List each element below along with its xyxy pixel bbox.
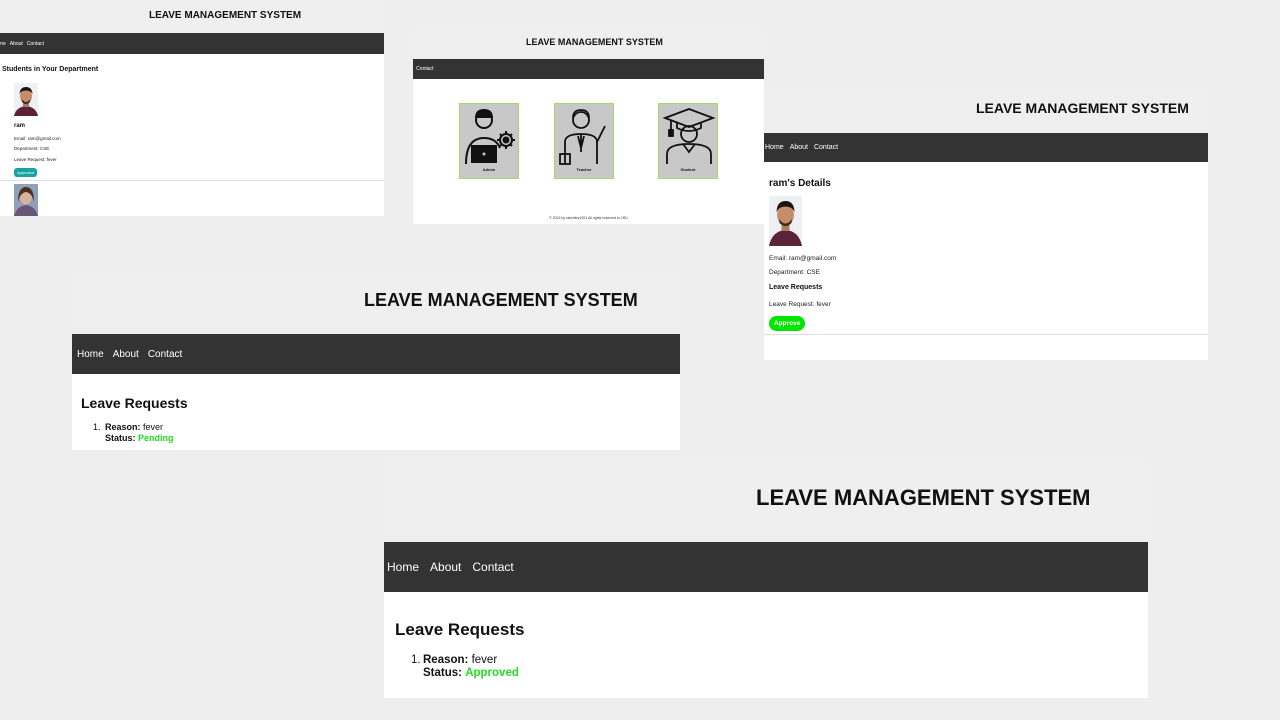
nav-home-link[interactable]: Home [765,144,784,151]
nav-home-link[interactable]: Home [387,560,419,574]
hod-students-screenshot: LEAVE MANAGEMENT SYSTEM ome About Contac… [0,0,384,216]
role-label: Teacher [576,167,592,172]
list-item: 1. Reason: fever [411,654,519,667]
list-item: 1. Reason: fever [93,422,174,433]
status-label: Status: [105,433,136,443]
nav-about-link[interactable]: About [790,144,808,151]
leave-requests-heading: Leave Requests [81,395,188,411]
navbar: ome About Contact [0,33,384,54]
student-department: Department: CSE [14,146,50,151]
status-row: Status: Pending [93,433,174,444]
navbar: ut Contact [413,59,764,79]
status-value: Pending [138,433,174,443]
teacher-role-card[interactable]: Teacher [554,103,614,179]
student-email: Email: ram@gmail.com [14,136,61,141]
teacher-icon [559,109,606,165]
student-avatar [14,184,38,216]
leave-requests-approved-screenshot: LEAVE MANAGEMENT SYSTEM Home About Conta… [384,462,1148,698]
nav-contact-link[interactable]: Contact [416,66,433,72]
app-title: LEAVE MANAGEMENT SYSTEM [149,10,302,21]
student-role-card[interactable]: Student [658,103,718,179]
status-label: Status: [423,667,462,679]
app-title: LEAVE MANAGEMENT SYSTEM [976,100,1189,116]
student-email: Email: ram@gmail.com [769,255,837,262]
status-value: Approved [465,667,519,679]
divider [764,334,1208,335]
role-label: Student [680,167,696,172]
app-title: LEAVE MANAGEMENT SYSTEM [364,290,638,310]
student-icon [662,108,716,164]
student-leave-request: Leave Request: fever [769,301,831,308]
reason-value: fever [471,654,498,666]
approved-button[interactable]: Approved [14,168,38,177]
nav-home-link[interactable]: ome [0,41,6,47]
reason-label: Reason: [105,422,141,432]
nav-contact-link[interactable]: Contact [472,560,513,574]
navbar: Home About Contact [764,133,1208,162]
student-avatar [14,83,38,116]
status-row: Status: Approved [411,667,519,680]
leave-requests-heading: Leave Requests [769,284,823,291]
student-department: Department: CSE [769,269,820,276]
reason-value: fever [143,422,164,432]
navbar: Home About Contact [72,334,680,374]
divider [0,180,384,181]
student-leave-request: Leave Request: fever [14,157,57,162]
page-header: LEAVE MANAGEMENT SYSTEM [0,0,384,33]
navbar: Home About Contact [384,542,1148,592]
page-header: LEAVE MANAGEMENT SYSTEM [384,462,1148,542]
role-label: Admin [482,167,496,172]
app-title: LEAVE MANAGEMENT SYSTEM [526,37,663,47]
nav-contact-link[interactable]: Contact [814,144,838,151]
footer-text: © 2024 by rakshitry1001 All rights reser… [549,216,628,220]
nav-about-link[interactable]: About [10,41,23,47]
leave-request-list: 1. Reason: fever Status: Pending [93,422,174,444]
section-heading: Students in Your Department [2,66,99,73]
leave-requests-heading: Leave Requests [395,620,525,639]
nav-contact-link[interactable]: Contact [148,349,182,360]
page-header: LEAVE MANAGEMENT SYSTEM [72,272,680,334]
item-number: 1. [411,654,421,666]
role-select-screenshot: LEAVE MANAGEMENT SYSTEM ut Contact Admin [413,30,764,224]
student-details-screenshot: LEAVE MANAGEMENT SYSTEM Home About Conta… [764,88,1208,360]
nav-home-link[interactable]: Home [77,349,104,360]
app-title: LEAVE MANAGEMENT SYSTEM [756,485,1091,510]
item-number: 1. [93,422,101,432]
reason-label: Reason: [423,654,469,666]
leave-request-list: 1. Reason: fever Status: Approved [411,654,519,680]
nav-about-link[interactable]: About [430,560,461,574]
page-header: LEAVE MANAGEMENT SYSTEM [413,30,764,59]
page-header: LEAVE MANAGEMENT SYSTEM [764,88,1208,133]
leave-requests-pending-screenshot: LEAVE MANAGEMENT SYSTEM Home About Conta… [72,272,680,450]
student-details-heading: ram's Details [769,178,831,189]
nav-about-link[interactable]: About [113,349,139,360]
student-avatar [769,196,802,246]
admin-icon [465,108,515,165]
admin-role-card[interactable]: Admin [459,103,519,179]
student-name: ram [14,123,26,129]
approve-button[interactable]: Approve [769,316,806,331]
nav-contact-link[interactable]: Contact [27,41,44,47]
